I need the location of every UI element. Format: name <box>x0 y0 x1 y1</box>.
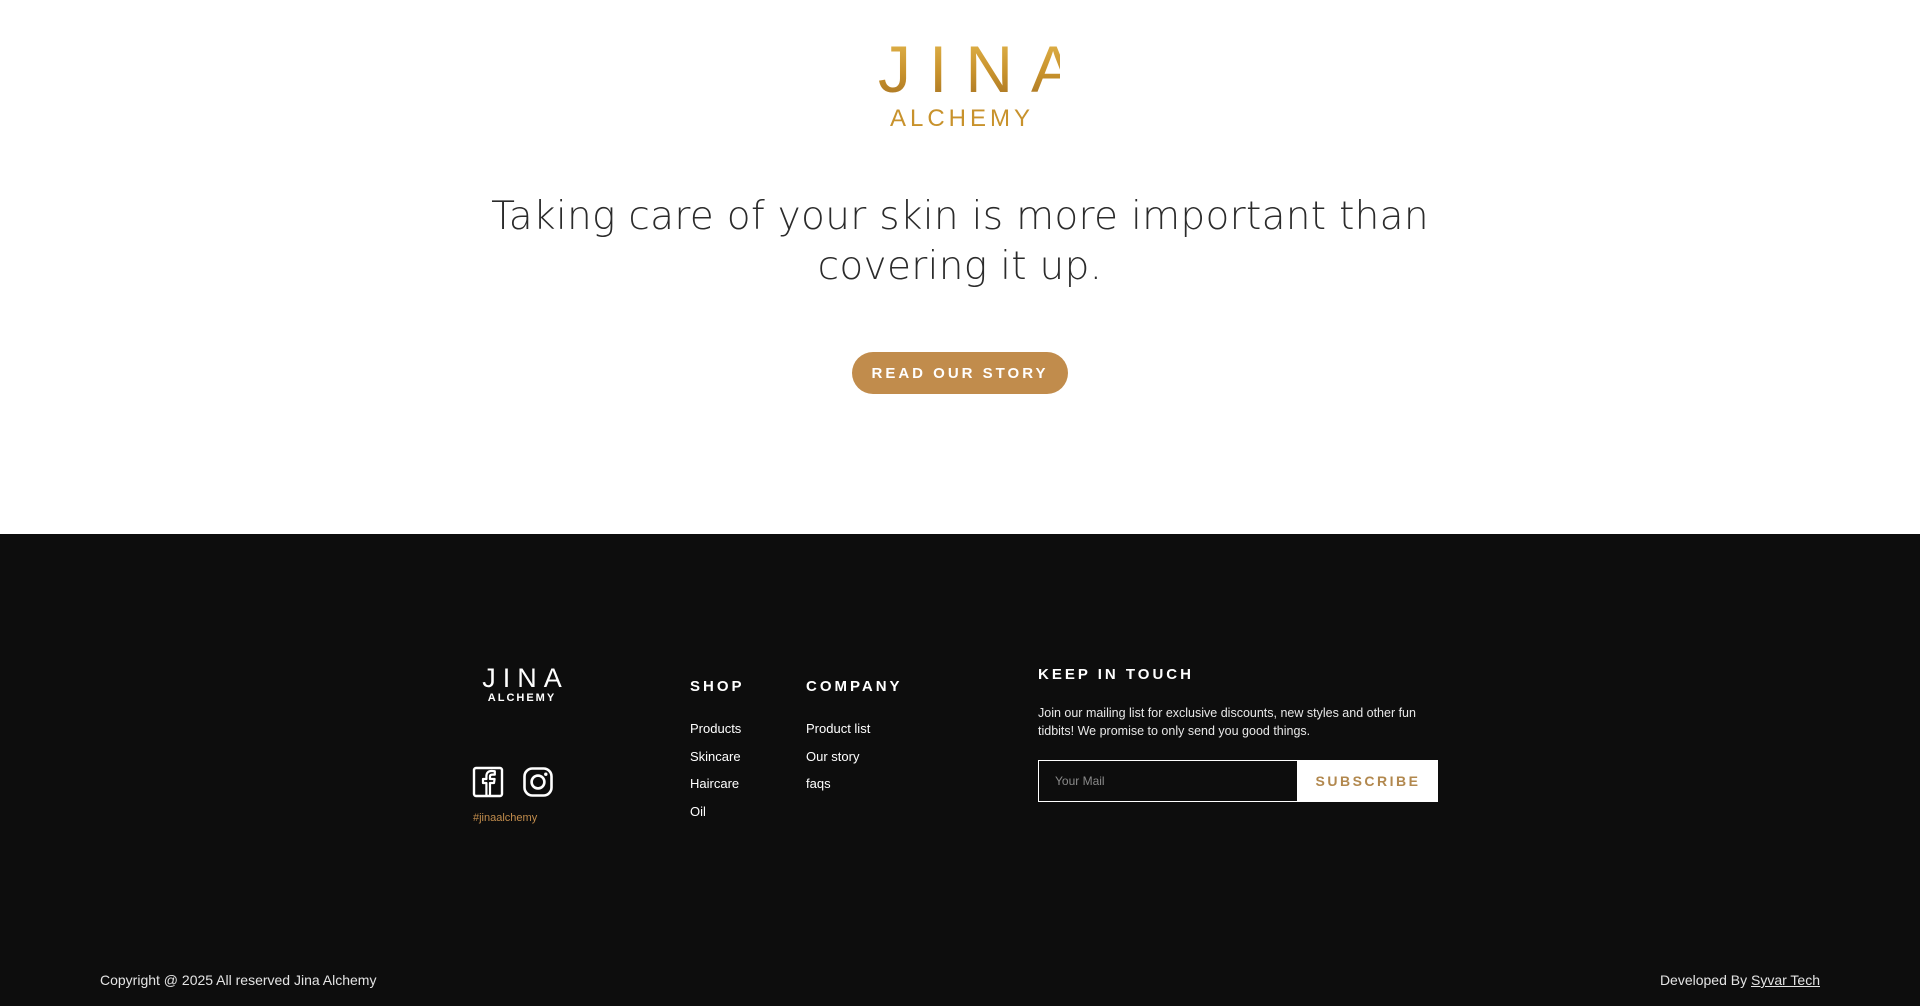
logo-wordmark: JINA <box>860 36 1075 102</box>
shop-link-oil[interactable]: Oil <box>690 798 745 826</box>
site-footer: JINA ALCHEMY #jinaalchemy SHOP Products … <box>0 534 1920 1006</box>
newsletter-heading: KEEP IN TOUCH <box>1038 666 1194 683</box>
footer-logo-subtitle: ALCHEMY <box>487 692 557 704</box>
social-links <box>472 766 554 798</box>
shop-link-haircare[interactable]: Haircare <box>690 770 745 798</box>
facebook-icon[interactable] <box>472 766 504 798</box>
footer-logo[interactable]: JINA ALCHEMY <box>472 664 572 704</box>
company-heading: COMPANY <box>806 678 903 695</box>
company-link-faqs[interactable]: faqs <box>806 770 903 798</box>
tagline-line-2: covering it up. <box>817 244 1103 289</box>
company-column: COMPANY Product list Our story faqs <box>806 678 903 798</box>
company-link-our-story[interactable]: Our story <box>806 743 903 771</box>
developer-prefix: Developed By <box>1659 972 1748 988</box>
developer-credit: Developed By Syvar Tech <box>1660 972 1820 988</box>
hero-section: JINA ALCHEMY Taking care of your skin is… <box>0 0 1920 534</box>
shop-link-skincare[interactable]: Skincare <box>690 743 745 771</box>
copyright-text: Copyright @ 2025 All reserved Jina Alche… <box>100 972 377 988</box>
footer-logo-wordmark: JINA <box>482 663 569 693</box>
newsletter-section: KEEP IN TOUCH Join our mailing list for … <box>1038 666 1438 802</box>
developer-link[interactable]: Syvar Tech <box>1751 972 1820 988</box>
shop-link-products[interactable]: Products <box>690 715 745 743</box>
instagram-icon[interactable] <box>522 766 554 798</box>
company-link-product-list[interactable]: Product list <box>806 715 903 743</box>
email-input[interactable] <box>1038 760 1298 802</box>
subscribe-form: SUBSCRIBE <box>1038 760 1438 802</box>
subscribe-button[interactable]: SUBSCRIBE <box>1298 760 1438 802</box>
brand-logo[interactable]: JINA ALCHEMY <box>860 30 1075 134</box>
shop-heading: SHOP <box>690 678 745 695</box>
shop-column: SHOP Products Skincare Haircare Oil <box>690 678 745 825</box>
tagline-line-1: Taking care of your skin is more importa… <box>491 194 1429 239</box>
page: JINA ALCHEMY Taking care of your skin is… <box>0 0 1920 1006</box>
hero-tagline: Taking care of your skin is more importa… <box>460 192 1460 292</box>
newsletter-description: Join our mailing list for exclusive disc… <box>1038 706 1416 738</box>
logo-subtitle: ALCHEMY <box>889 105 1035 132</box>
read-our-story-button[interactable]: READ OUR STORY <box>852 352 1068 394</box>
hashtag-link[interactable]: #jinaalchemy <box>473 812 537 824</box>
